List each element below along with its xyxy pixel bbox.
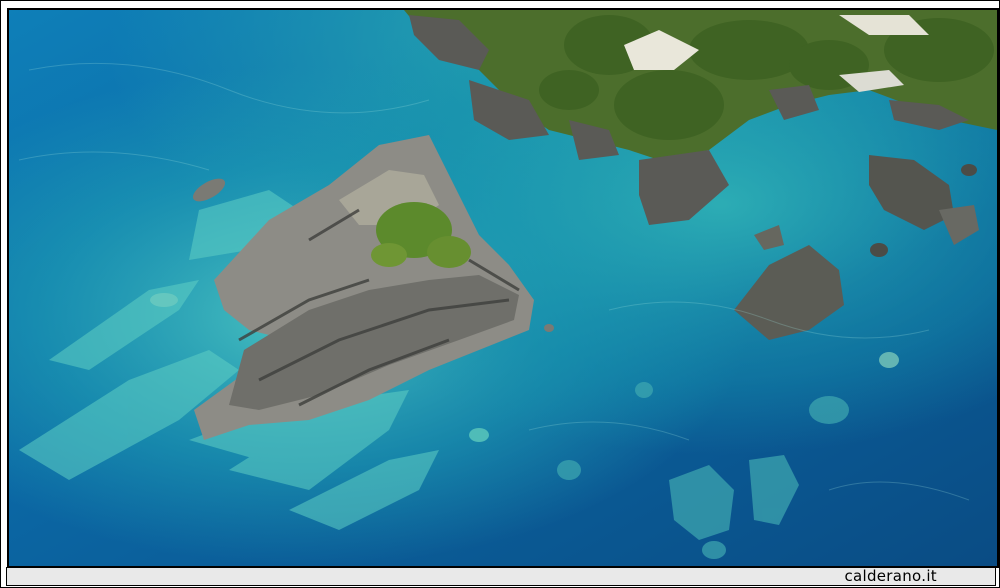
aerial-sea-illustration bbox=[9, 10, 997, 566]
watermark-caption: calderano.it bbox=[844, 567, 937, 585]
photo-frame: calderano.it bbox=[0, 0, 1000, 588]
aerial-coast-photo bbox=[7, 8, 999, 568]
caption-bar: calderano.it bbox=[6, 567, 996, 586]
